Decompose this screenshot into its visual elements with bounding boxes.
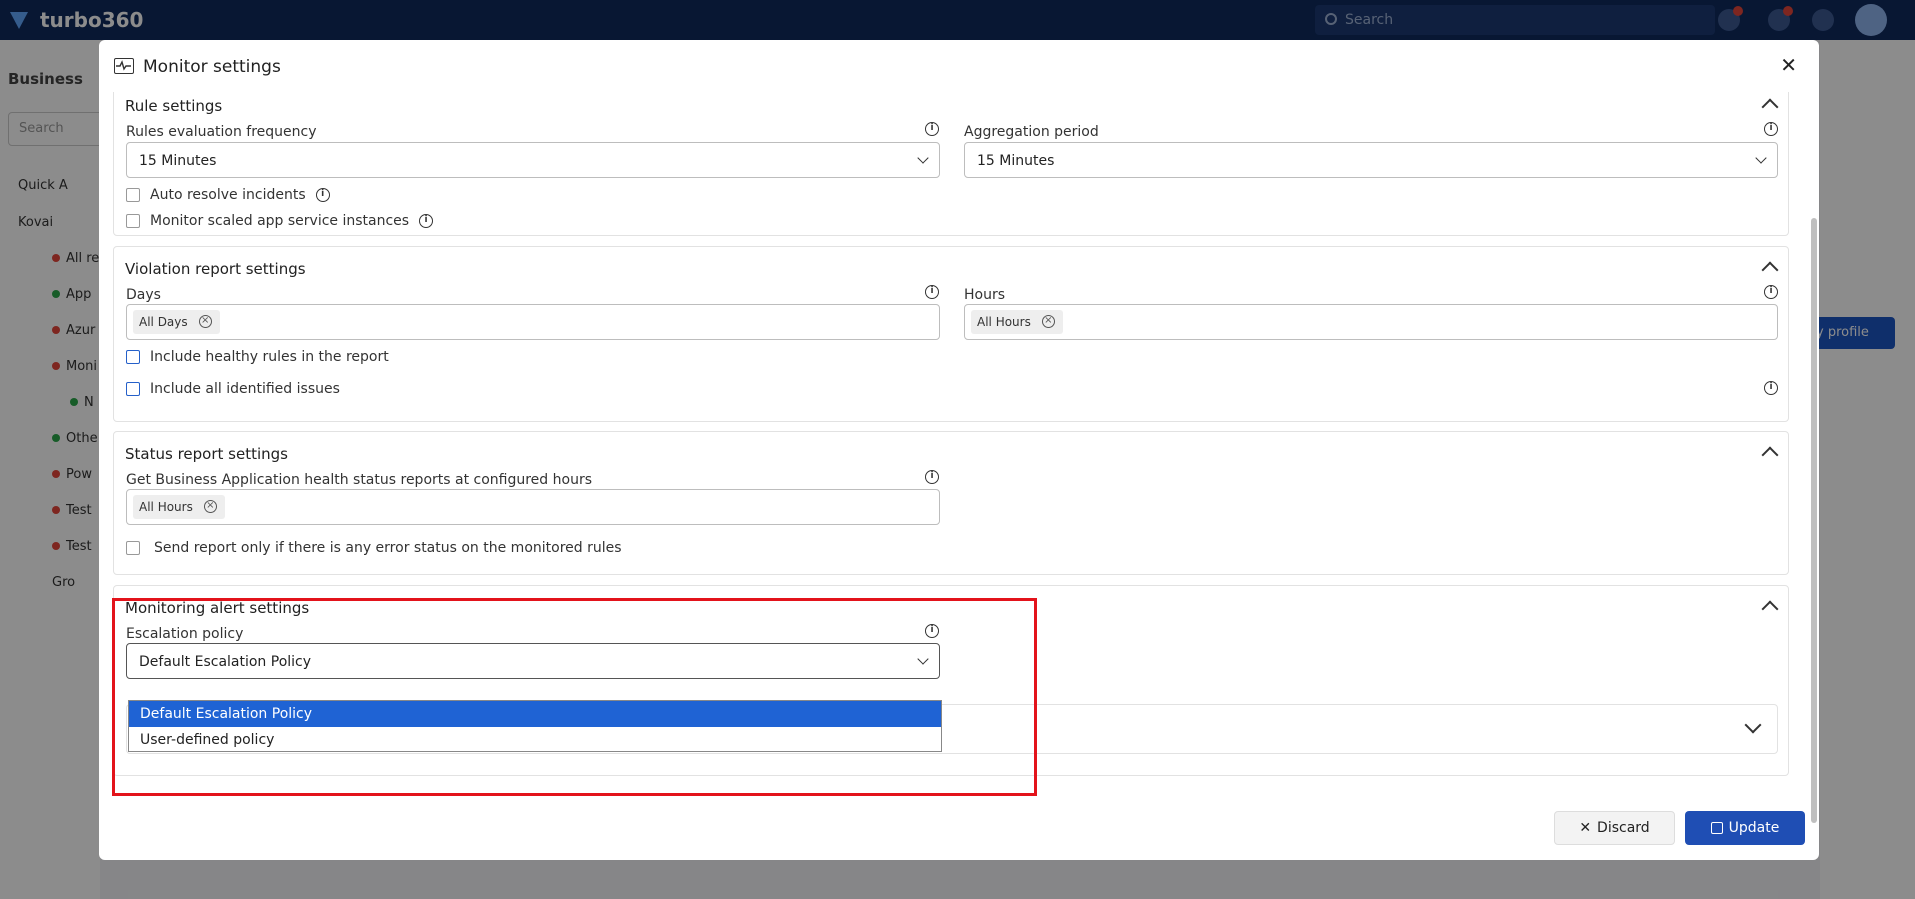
info-icon[interactable]: i	[1764, 381, 1778, 395]
highlight-box	[112, 598, 1037, 796]
checkbox-label: Send report only if there is any error s…	[154, 540, 622, 556]
section-title: Status report settings	[125, 445, 288, 463]
tag-label: All Hours	[139, 500, 193, 514]
modal-header: Monitor settings ✕	[99, 40, 1819, 92]
info-icon[interactable]: i	[925, 470, 939, 484]
select-value: 15 Minutes	[977, 153, 1055, 169]
violation-report-section: Violation report settings Days i All Day…	[113, 246, 1789, 422]
selected-tag: All Days ×	[133, 310, 220, 334]
days-multiselect[interactable]: All Days ×	[126, 304, 940, 340]
chevron-up-icon[interactable]	[1761, 98, 1779, 116]
remove-tag-icon[interactable]: ×	[198, 315, 212, 328]
status-hours-multiselect[interactable]: All Hours ×	[126, 489, 940, 525]
tag-label: All Hours	[977, 315, 1031, 329]
info-icon[interactable]: i	[1764, 122, 1778, 136]
checkbox-label: Monitor scaled app service instances	[150, 213, 410, 229]
select-value: 15 Minutes	[139, 153, 217, 169]
chevron-up-icon[interactable]	[1761, 446, 1779, 464]
field-label: Hours	[964, 287, 1006, 303]
scrollbar-thumb[interactable]	[1811, 218, 1817, 823]
pulse-icon	[114, 58, 134, 74]
update-label: Update	[1728, 820, 1780, 836]
include-issues-checkbox[interactable]: Include all identified issues	[126, 381, 340, 397]
chevron-up-icon[interactable]	[1761, 600, 1779, 618]
tag-label: All Days	[139, 315, 188, 329]
field-label: Get Business Application health status r…	[126, 472, 592, 488]
info-icon[interactable]: i	[315, 188, 330, 202]
field-label: Aggregation period	[964, 124, 1099, 140]
update-button[interactable]: Update	[1685, 811, 1805, 845]
close-icon[interactable]: ✕	[1780, 55, 1797, 75]
remove-tag-icon[interactable]: ×	[1041, 315, 1055, 328]
checkbox[interactable]	[126, 214, 140, 228]
field-label: Rules evaluation frequency	[126, 124, 317, 140]
modal-title: Monitor settings	[143, 57, 281, 77]
info-icon[interactable]: i	[419, 214, 434, 228]
status-report-section: Status report settings Get Business Appl…	[113, 431, 1789, 575]
selected-tag: All Hours ×	[971, 310, 1063, 334]
discard-button[interactable]: ✕ Discard	[1554, 811, 1675, 845]
checkbox[interactable]	[126, 382, 140, 396]
chevron-up-icon[interactable]	[1761, 261, 1779, 279]
info-icon[interactable]: i	[1764, 285, 1778, 299]
checkbox-label: Include all identified issues	[150, 381, 340, 397]
checkbox-label: Auto resolve incidents	[150, 187, 306, 203]
checkbox[interactable]	[126, 350, 140, 364]
error-only-checkbox[interactable]: Send report only if there is any error s…	[126, 540, 622, 556]
rule-settings-section: Rule settings Rules evaluation frequency…	[113, 92, 1789, 236]
checkbox[interactable]	[126, 541, 140, 555]
hours-multiselect[interactable]: All Hours ×	[964, 304, 1778, 340]
checkbox[interactable]	[126, 188, 140, 202]
chevron-down-icon[interactable]	[1744, 716, 1762, 734]
aggregation-period-select[interactable]: 15 Minutes	[964, 142, 1778, 178]
checkbox-label: Include healthy rules in the report	[150, 349, 389, 365]
chevron-down-icon	[917, 152, 929, 164]
chevron-down-icon	[1755, 152, 1767, 164]
section-title: Rule settings	[125, 97, 223, 115]
info-icon[interactable]: i	[925, 122, 939, 136]
auto-resolve-checkbox[interactable]: Auto resolve incidents i	[126, 187, 330, 203]
field-label: Days	[126, 287, 161, 303]
info-icon[interactable]: i	[925, 285, 939, 299]
scaled-instances-checkbox[interactable]: Monitor scaled app service instances i	[126, 213, 434, 229]
discard-label: Discard	[1597, 820, 1650, 836]
close-icon: ✕	[1579, 820, 1592, 836]
save-icon	[1710, 822, 1723, 834]
remove-tag-icon[interactable]: ×	[203, 500, 217, 513]
include-healthy-checkbox[interactable]: Include healthy rules in the report	[126, 349, 389, 365]
rules-evaluation-frequency-select[interactable]: 15 Minutes	[126, 142, 940, 178]
selected-tag: All Hours ×	[133, 495, 225, 519]
section-title: Violation report settings	[125, 260, 306, 278]
